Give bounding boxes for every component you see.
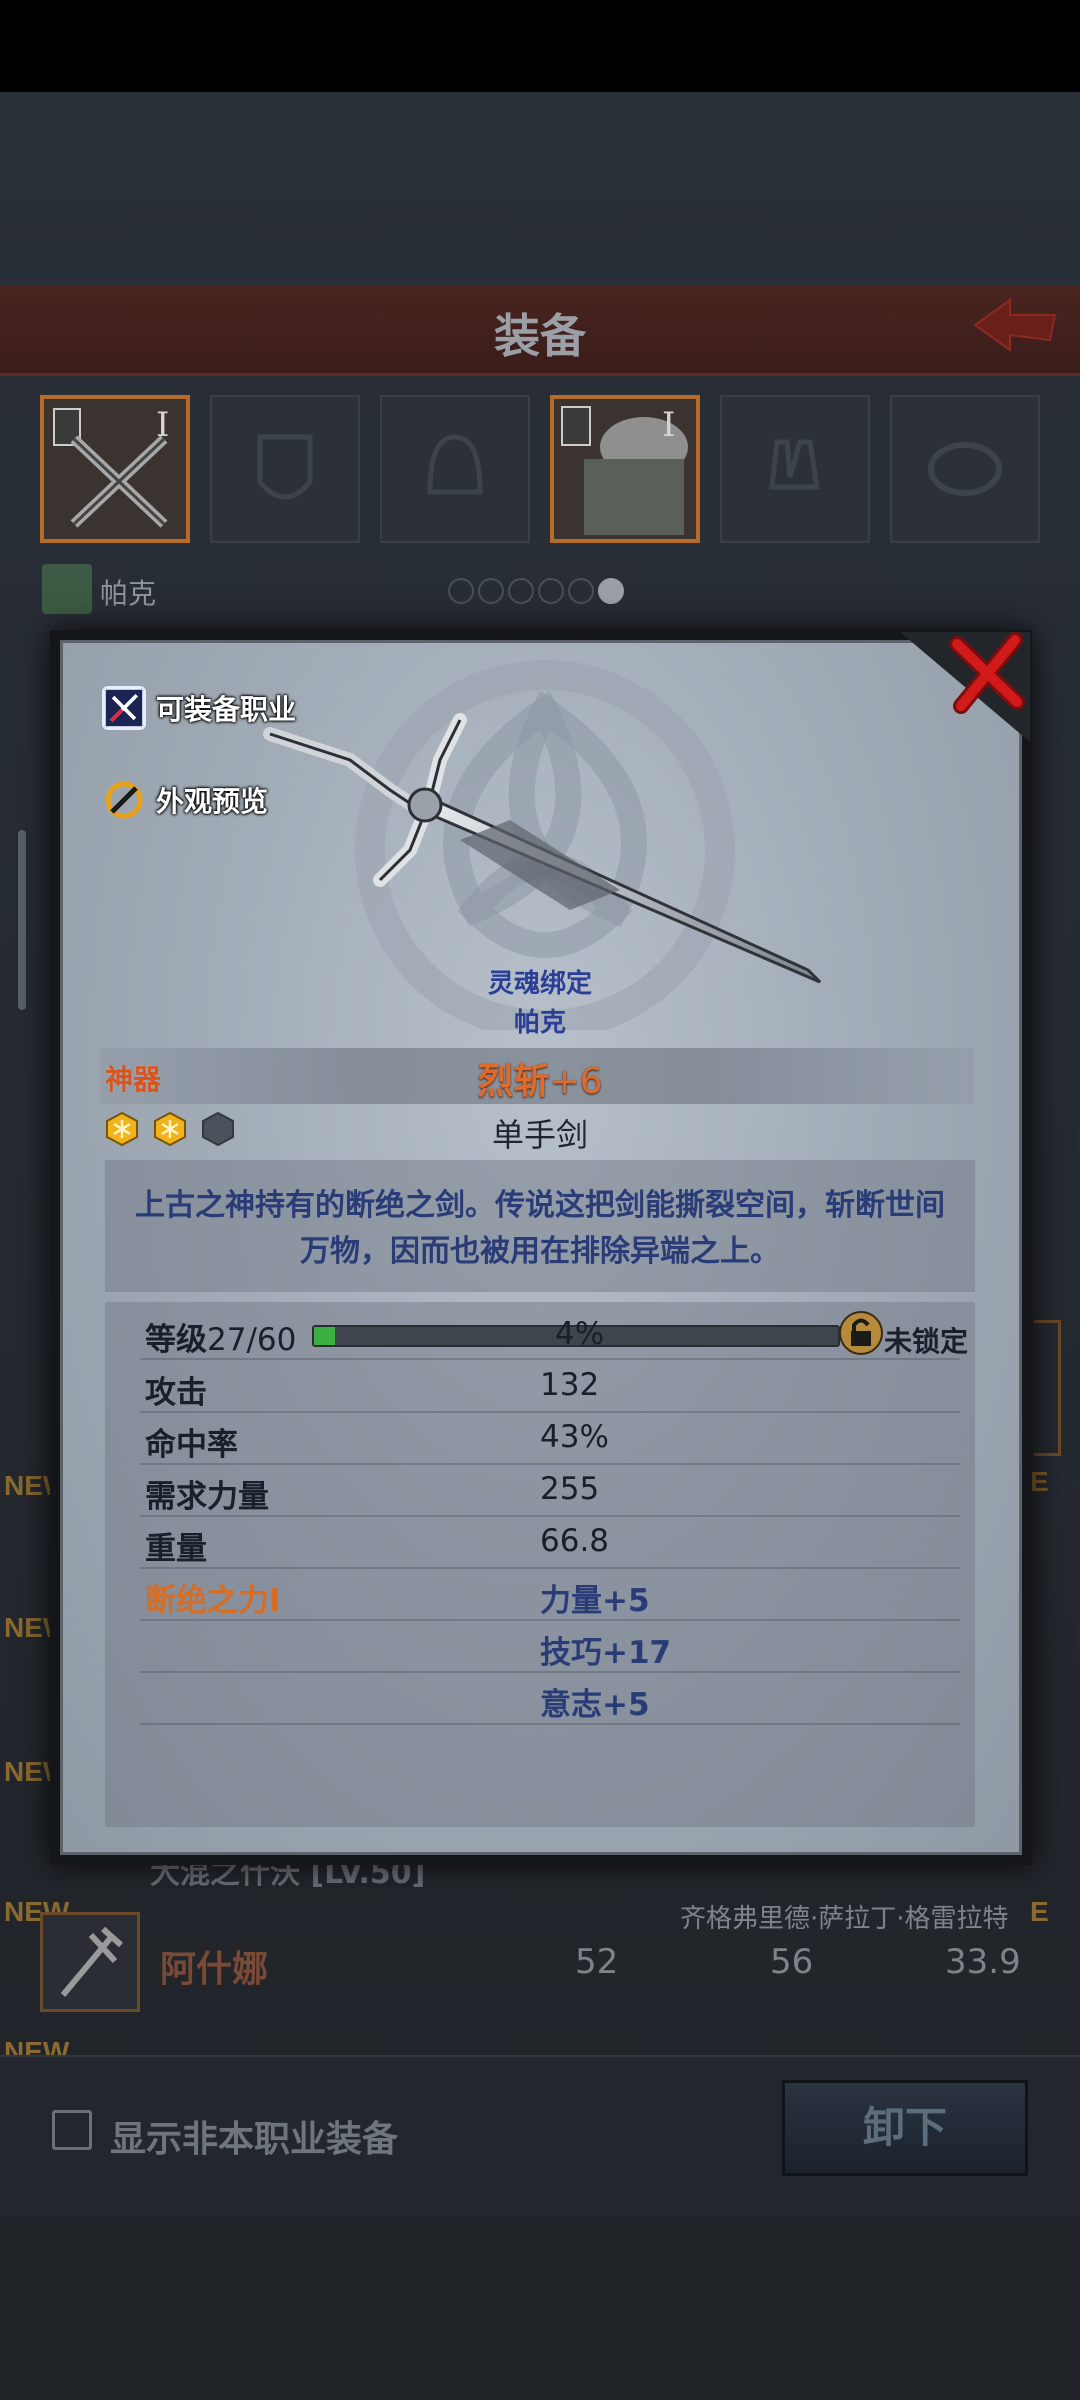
page-dot [538,578,564,604]
character-name: 帕克 [100,577,157,610]
close-icon[interactable] [945,630,1030,715]
status-bar [0,0,1080,92]
enhance-level: +6 [549,1061,603,1102]
stat-label: 重量 [145,1531,207,1567]
stat-value: 255 [540,1471,600,1507]
back-arrow-icon[interactable] [970,295,1060,355]
set-bonus-value: 意志+5 [540,1687,650,1723]
stat-row: 重量 66.8 [140,1517,960,1569]
page-dot [508,578,534,604]
slot-weapon[interactable]: I [40,395,190,543]
set-bonus-row: 技巧+17 [140,1621,960,1673]
grade-badge: E [1030,1896,1049,1927]
set-bonus-row: 意志+5 [140,1673,960,1725]
level-value: 27/60 [207,1322,297,1358]
list-item-frame [1034,1320,1061,1456]
trident-icon [60,1926,123,1997]
list-item-attack: 52 [575,1942,619,1982]
item-name-text: 烈斩 [477,1061,550,1102]
set-bonus-row: 断绝之力I 力量+5 [140,1569,960,1621]
slot-tier-label: I [156,405,170,445]
appearance-preview-button[interactable]: 外观预览 [102,778,268,822]
lock-status: 未锁定 [884,1325,969,1358]
set-bonus-value: 技巧+17 [540,1635,672,1671]
stat-label: 攻击 [145,1375,207,1411]
stat-value: 132 [540,1367,600,1403]
show-other-class-label: 显示非本职业装备 [110,2119,399,2160]
set-name: 断绝之力I [145,1583,281,1619]
sword-art-icon [263,713,822,984]
stat-row: 攻击 132 [140,1361,960,1413]
slot-shield[interactable] [210,395,360,543]
weapon-type: 单手剑 [491,1116,588,1154]
slot-gloves[interactable] [720,395,870,543]
avatar [42,564,92,614]
page-title: 装备 [494,309,586,363]
stat-row: 需求力量 255 [140,1465,960,1517]
slot-ring[interactable] [890,395,1040,543]
appearance-preview-label: 外观预览 [156,785,269,818]
stat-label: 命中率 [145,1427,238,1463]
gloves-icon [769,439,820,490]
stat-value: 66.8 [540,1523,610,1559]
page-dot-active [598,578,624,604]
appearance-preview-icon [105,781,143,819]
page-dot [448,578,474,604]
level-label: 等级27/60 [145,1314,296,1359]
show-other-class-checkbox[interactable] [52,2110,92,2150]
shield-icon [257,434,313,500]
lock-icon[interactable] [838,1310,884,1356]
page-dot [478,578,504,604]
class-icon [102,686,146,730]
list-item-accuracy: 56 [770,1942,814,1982]
list-item-weight: 33.9 [945,1942,1021,1982]
slot-tier-label: I [662,405,676,445]
soul-bound-label: 灵魂绑定 [487,969,592,999]
level-progress-fill [314,1327,335,1345]
item-description: 上古之神持有的断绝之剑。传说这把剑能撕裂空间，斩断世间万物，因而也被用在排除异端… [135,1188,945,1269]
stat-value: 43% [540,1419,609,1455]
set-bonus-value: 力量+5 [540,1583,650,1619]
compatible-classes: 齐格弗里德·萨拉丁·格雷拉特 [680,1904,1009,1934]
slot-armor[interactable]: I [550,395,700,543]
stat-row: 命中率 43% [140,1413,960,1465]
unequip-button[interactable]: 卸下 [782,2080,1028,2176]
slot-helmet[interactable] [380,395,530,543]
level-label-text: 等级 [145,1322,207,1358]
ring-icon [928,442,1002,496]
page-dots [448,578,628,608]
level-progress-text: 4% [555,1316,605,1352]
grade-badge: E [1030,1466,1049,1497]
list-item-icon[interactable] [40,1912,140,2012]
page-dot [568,578,594,604]
helmet-icon [427,434,483,495]
item-name: 烈斩+6 [0,1052,1080,1104]
stat-label: 需求力量 [145,1479,269,1515]
soul-bound-owner: 帕克 [513,1008,566,1038]
list-item-name[interactable]: 阿什娜 [160,1940,268,1992]
